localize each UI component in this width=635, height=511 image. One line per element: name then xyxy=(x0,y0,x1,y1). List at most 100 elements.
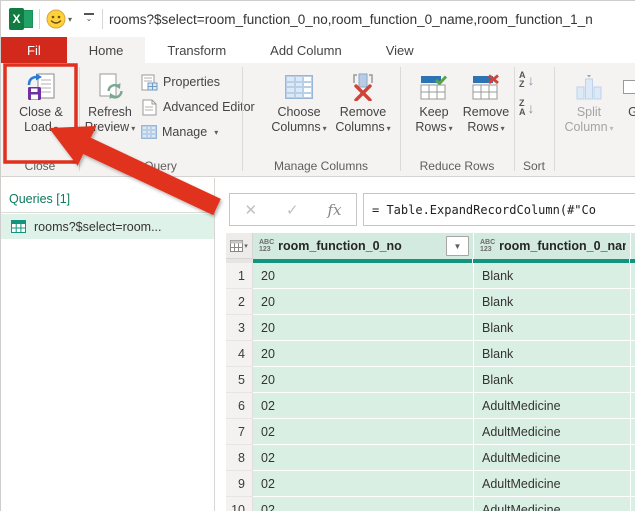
cell-room-function-0-no[interactable]: 02 xyxy=(253,419,473,445)
tab-view[interactable]: View xyxy=(364,37,436,63)
pane-splitter[interactable] xyxy=(214,178,215,511)
sort-ascending-button[interactable]: AZ ↓ xyxy=(519,71,535,89)
manage-button[interactable]: Manage ▾ xyxy=(141,122,218,142)
formula-bar-buttons: ✕ ✓ fx xyxy=(229,193,357,226)
commit-formula-icon[interactable]: ✓ xyxy=(286,201,299,219)
table-row: 1 20 Blank xyxy=(226,263,635,289)
dropdown-caret-icon: ▾ xyxy=(449,124,453,133)
cell-room-function-0-name[interactable]: AdultMedicine xyxy=(473,471,630,497)
cell-room-function-0-name[interactable]: Blank xyxy=(473,315,630,341)
advanced-editor-button[interactable]: Advanced Editor xyxy=(141,97,255,117)
dropdown-caret-icon: ▾ xyxy=(610,124,614,133)
collapse-pane-icon[interactable]: ‹ xyxy=(212,191,217,207)
tab-file[interactable]: Fil xyxy=(1,37,67,63)
formula-input[interactable]: = Table.ExpandRecordColumn(#"Co xyxy=(363,193,635,226)
row-number: 6 xyxy=(226,393,253,419)
table-corner-menu[interactable]: ▾ xyxy=(226,233,253,259)
table-row: 7 02 AdultMedicine xyxy=(226,419,635,445)
cell-partial xyxy=(630,419,635,445)
table-row: 10 02 AdultMedicine xyxy=(226,497,635,511)
refresh-preview-icon xyxy=(96,69,124,105)
cell-room-function-0-no[interactable]: 20 xyxy=(253,263,473,289)
dropdown-caret-icon: ▾ xyxy=(131,124,135,133)
group-by-icon xyxy=(623,69,635,105)
group-label-close: Close xyxy=(1,159,79,175)
column-header-room-function-0-no[interactable]: ABC123 room_function_0_no ▼ xyxy=(253,233,473,259)
queries-pane-header: Queries [1] xyxy=(9,192,70,206)
dropdown-caret-icon: ▾ xyxy=(501,124,505,133)
table-row: 8 02 AdultMedicine xyxy=(226,445,635,471)
close-and-load-icon xyxy=(26,69,56,105)
cell-room-function-0-no[interactable]: 02 xyxy=(253,497,473,511)
cancel-formula-icon[interactable]: ✕ xyxy=(244,201,257,219)
sort-descending-button[interactable]: ZA ↓ xyxy=(519,99,535,117)
cell-room-function-0-no[interactable]: 02 xyxy=(253,471,473,497)
column-type-icon[interactable]: ABC123 xyxy=(259,239,274,253)
remove-rows-button[interactable]: Remove Rows▾ xyxy=(460,69,512,136)
data-preview-grid: ▾ ABC123 room_function_0_no ▼ ABC123 roo… xyxy=(226,233,635,511)
cell-room-function-0-name[interactable]: AdultMedicine xyxy=(473,497,630,511)
properties-icon xyxy=(141,74,158,91)
dropdown-caret-icon: ▾ xyxy=(323,124,327,133)
keep-rows-button[interactable]: Keep Rows▾ xyxy=(409,69,459,136)
tab-transform[interactable]: Transform xyxy=(145,37,248,63)
cell-room-function-0-name[interactable]: Blank xyxy=(473,367,630,393)
choose-columns-icon xyxy=(285,69,313,105)
remove-columns-button[interactable]: Remove Columns▾ xyxy=(332,69,394,136)
refresh-preview-button[interactable]: Refresh Preview▾ xyxy=(82,69,138,136)
cell-room-function-0-name[interactable]: Blank xyxy=(473,341,630,367)
customize-toolbar-icon[interactable]: ⌄ xyxy=(82,13,96,25)
cell-room-function-0-no[interactable]: 20 xyxy=(253,341,473,367)
advanced-editor-icon xyxy=(141,99,158,116)
sort-down-arrow-icon: ↓ xyxy=(528,72,535,88)
titlebar-separator xyxy=(39,9,40,29)
group-by-button-partial[interactable]: G xyxy=(618,69,635,120)
keep-rows-icon xyxy=(419,69,449,105)
titlebar-separator xyxy=(102,9,103,29)
group-label-manage-columns: Manage Columns xyxy=(242,159,400,175)
cell-room-function-0-no[interactable]: 20 xyxy=(253,367,473,393)
row-number: 1 xyxy=(226,263,253,289)
tab-home[interactable]: Home xyxy=(67,37,146,63)
split-column-icon xyxy=(574,69,604,105)
cell-partial xyxy=(630,341,635,367)
cell-room-function-0-name[interactable]: AdultMedicine xyxy=(473,393,630,419)
column-header-room-function-0-name[interactable]: ABC123 room_function_0_name xyxy=(473,233,630,259)
cell-room-function-0-no[interactable]: 20 xyxy=(253,289,473,315)
cell-room-function-0-name[interactable]: AdultMedicine xyxy=(473,419,630,445)
row-number: 5 xyxy=(226,367,253,393)
cell-partial xyxy=(630,315,635,341)
smiley-dropdown-caret-icon[interactable]: ▾ xyxy=(68,15,72,24)
smiley-feedback-icon[interactable] xyxy=(46,9,66,29)
tab-add-column[interactable]: Add Column xyxy=(248,37,364,63)
table-row: 4 20 Blank xyxy=(226,341,635,367)
properties-button[interactable]: Properties xyxy=(141,72,220,92)
fx-icon[interactable]: fx xyxy=(328,201,342,219)
cell-room-function-0-name[interactable]: Blank xyxy=(473,263,630,289)
row-number: 9 xyxy=(226,471,253,497)
cell-room-function-0-name[interactable]: Blank xyxy=(473,289,630,315)
group-label-sort: Sort xyxy=(514,159,554,175)
split-column-button[interactable]: Split Column▾ xyxy=(561,69,617,136)
cell-room-function-0-no[interactable]: 02 xyxy=(253,445,473,471)
manage-icon xyxy=(141,125,157,139)
table-row: 6 02 AdultMedicine xyxy=(226,393,635,419)
cell-partial xyxy=(630,289,635,315)
cell-room-function-0-no[interactable]: 20 xyxy=(253,315,473,341)
choose-columns-button[interactable]: Choose Columns▾ xyxy=(269,69,329,136)
close-and-load-button[interactable]: Close & Load▾ xyxy=(9,69,73,136)
cell-partial xyxy=(630,471,635,497)
cell-partial xyxy=(630,497,635,511)
query-list-item-selected[interactable]: rooms?$select=room... xyxy=(1,214,214,239)
dropdown-caret-icon: ▾ xyxy=(214,128,218,137)
column-header-partial xyxy=(630,233,635,259)
table-row: 9 02 AdultMedicine xyxy=(226,471,635,497)
cell-room-function-0-no[interactable]: 02 xyxy=(253,393,473,419)
query-table-icon xyxy=(11,220,26,233)
column-type-icon[interactable]: ABC123 xyxy=(480,239,495,253)
row-number: 10 xyxy=(226,497,253,511)
table-row: 3 20 Blank xyxy=(226,315,635,341)
excel-app-icon: X xyxy=(9,8,33,30)
cell-room-function-0-name[interactable]: AdultMedicine xyxy=(473,445,630,471)
column-filter-button[interactable]: ▼ xyxy=(446,236,469,256)
